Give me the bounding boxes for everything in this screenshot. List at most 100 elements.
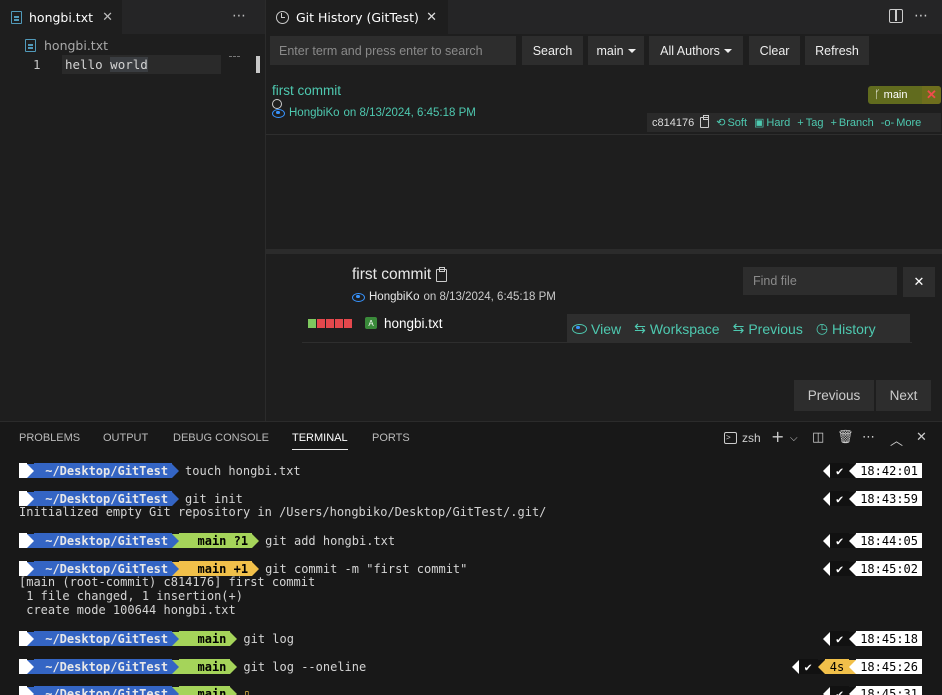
- search-button[interactable]: Search: [522, 36, 583, 65]
- close-icon[interactable]: ✕: [102, 10, 113, 25]
- breadcrumb-file: hongbi.txt: [44, 38, 109, 53]
- command-duration: 4s: [824, 659, 850, 674]
- prompt-separator: [849, 631, 857, 646]
- more-actions-icon[interactable]: ⋯: [914, 8, 929, 24]
- previous-page-button[interactable]: Previous: [794, 380, 874, 411]
- refresh-button-label: Refresh: [815, 43, 859, 58]
- prompt-separator: [172, 686, 180, 695]
- terminal-selector[interactable]: > zsh: [724, 431, 761, 445]
- stat-bar: [344, 319, 352, 328]
- previous-compare-button[interactable]: ⇆ Previous: [733, 320, 803, 337]
- hard-reset-button[interactable]: ▣ Hard: [754, 116, 790, 130]
- branch-name: main: [883, 89, 908, 101]
- view-label: View: [591, 320, 622, 337]
- terminal-prompt-line: ~/Desktop/GitTest main ?1 git add hongbi.…: [19, 533, 395, 548]
- branch-dropdown-label: main: [596, 43, 624, 58]
- find-file-input[interactable]: [743, 267, 897, 295]
- split-terminal-icon[interactable]: ◫: [812, 430, 824, 445]
- prompt-separator: [230, 631, 238, 646]
- authors-dropdown-label: All Authors: [660, 43, 720, 58]
- new-terminal-icon[interactable]: +: [771, 427, 784, 446]
- close-details-button[interactable]: ✕: [903, 267, 935, 297]
- more-actions-icon[interactable]: ⋯: [232, 8, 247, 24]
- close-panel-icon[interactable]: ✕: [916, 430, 927, 445]
- copy-icon[interactable]: [436, 266, 448, 282]
- maximize-panel-icon[interactable]: ︿: [890, 430, 903, 449]
- code-line[interactable]: hello world: [65, 57, 148, 72]
- prompt-separator: [817, 659, 825, 674]
- refresh-button[interactable]: Refresh: [805, 36, 869, 65]
- view-button[interactable]: View: [572, 321, 621, 337]
- minimap[interactable]: [229, 56, 240, 58]
- terminal-command: touch hongbi.txt: [185, 463, 301, 478]
- commit-hash[interactable]: c814176: [652, 117, 694, 129]
- details-divider[interactable]: [266, 249, 942, 254]
- chevron-down-icon[interactable]: ⌵: [790, 433, 798, 444]
- more-actions-icon[interactable]: ⋯: [862, 430, 875, 445]
- search-input[interactable]: [270, 36, 516, 65]
- folder-icon: ▣: [754, 117, 765, 129]
- file-actions: View ⇆ Workspace ⇆ Previous ◷ History: [567, 314, 910, 343]
- eye-icon[interactable]: [272, 108, 285, 118]
- workspace-button[interactable]: ⇆ Workspace: [634, 320, 720, 337]
- prompt-separator: [172, 533, 180, 548]
- prompt-git-status: main: [179, 631, 231, 646]
- history-icon: ◷: [815, 320, 829, 336]
- eye-icon: [572, 323, 587, 334]
- branch-icon: ᚴ: [874, 89, 884, 101]
- prompt-separator: [252, 533, 260, 548]
- command-time: 18:45:02: [856, 561, 922, 576]
- commit-author[interactable]: HongbiKo: [289, 107, 340, 119]
- tab-output[interactable]: OUTPUT: [103, 432, 148, 449]
- editor-tab-title: hongbi.txt: [29, 10, 94, 25]
- branch-dropdown[interactable]: main: [588, 36, 644, 65]
- close-icon: ✕: [913, 274, 925, 290]
- close-icon[interactable]: ✕: [426, 10, 437, 25]
- commit-actions: c814176 ⟲ Soft ▣ Hard + Tag + Branch -o- More: [647, 113, 941, 132]
- soft-reset-button[interactable]: ⟲ Soft: [716, 116, 747, 130]
- delete-branch-icon[interactable]: ✕: [922, 86, 941, 104]
- terminal-prompt-line: ~/Desktop/GitTest main ▯: [19, 686, 251, 695]
- breadcrumb[interactable]: hongbi.txt: [17, 38, 108, 53]
- tab-debug-console[interactable]: DEBUG CONSOLE: [173, 432, 269, 449]
- prompt-status: ✔ 18:43:59: [822, 491, 922, 506]
- tag-button[interactable]: + Tag: [797, 117, 823, 129]
- tab-problems[interactable]: PROBLEMS: [19, 432, 80, 449]
- commit-title[interactable]: first commit: [272, 83, 341, 98]
- prompt-separator: [27, 686, 34, 695]
- terminal-prompt-line: ~/Desktop/GitTest main +1 git commit -m "…: [19, 561, 467, 576]
- prompt-status: ✔ 18:45:31: [822, 686, 922, 695]
- plus-icon: +: [797, 116, 804, 129]
- branch-button[interactable]: + Branch: [830, 117, 873, 129]
- prompt-status: ✔ 18:44:05: [822, 533, 922, 548]
- apple-icon: [19, 561, 27, 576]
- git-history-tab-title: Git History (GitTest): [296, 9, 419, 25]
- editor-tab-hongbi[interactable]: hongbi.txt ✕: [0, 0, 122, 34]
- split-editor-icon[interactable]: [889, 9, 903, 23]
- git-history-tab[interactable]: Git History (GitTest) ✕: [266, 0, 448, 34]
- tab-ports[interactable]: PORTS: [372, 432, 410, 449]
- prompt-status: ✔ 18:45:18: [822, 631, 922, 646]
- authors-dropdown[interactable]: All Authors: [649, 36, 743, 65]
- prompt-separator: [822, 631, 830, 646]
- terminal-command-output: Initialized empty Git repository in /Use…: [19, 505, 547, 519]
- terminal-command: git log: [243, 631, 294, 646]
- prompt-separator: [252, 561, 260, 576]
- trash-icon[interactable]: 🗑: [837, 430, 854, 445]
- copy-icon[interactable]: [700, 115, 710, 128]
- detail-author[interactable]: HongbiKo: [369, 291, 420, 303]
- tab-terminal[interactable]: TERMINAL: [292, 432, 348, 450]
- branch-badge[interactable]: ᚴ main ✕: [868, 86, 941, 104]
- workspace-label: Workspace: [649, 320, 720, 337]
- file-change-stats: [308, 319, 353, 328]
- file-history-button[interactable]: ◷ History: [816, 320, 876, 337]
- eye-icon[interactable]: [352, 292, 365, 302]
- terminal-prompt-line: ~/Desktop/GitTest git init: [19, 491, 243, 506]
- next-page-button[interactable]: Next: [876, 380, 931, 411]
- more-button[interactable]: -o- More: [881, 117, 922, 129]
- scrollbar-thumb[interactable]: [256, 56, 260, 73]
- clear-button[interactable]: Clear: [749, 36, 800, 65]
- command-time: 18:45:18: [856, 631, 922, 646]
- command-time: 18:45:26: [856, 659, 922, 674]
- file-name[interactable]: hongbi.txt: [384, 316, 443, 331]
